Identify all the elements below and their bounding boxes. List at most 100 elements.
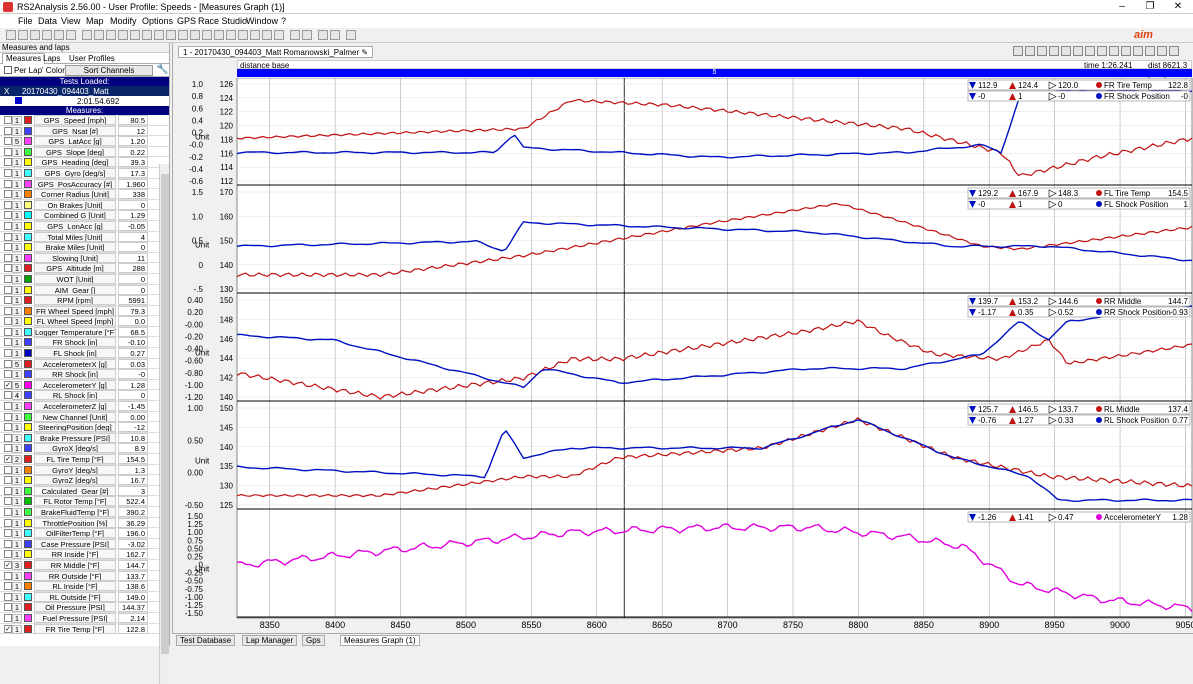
- measure-color-swatch[interactable]: [24, 116, 32, 124]
- scroll-thumb[interactable]: [161, 174, 169, 654]
- measure-color-swatch[interactable]: [24, 211, 32, 220]
- graph-tool-icon[interactable]: [1133, 46, 1143, 56]
- measure-graph-number[interactable]: 1: [12, 349, 22, 359]
- measure-row[interactable]: 1 GPS_Heading [deg] 39.3: [0, 157, 169, 168]
- measure-graph-number[interactable]: 5: [12, 359, 22, 369]
- measure-graph-number[interactable]: 1: [12, 624, 22, 634]
- measure-graph-number[interactable]: 1: [12, 592, 22, 602]
- close-button[interactable]: ✕: [1164, 0, 1192, 14]
- measure-color-swatch[interactable]: [24, 158, 32, 167]
- measure-checkbox[interactable]: [4, 264, 12, 273]
- restore-button[interactable]: ❐: [1136, 0, 1164, 14]
- measure-row[interactable]: 1 GPS_LonAcc [g] -0.05: [0, 220, 169, 232]
- menu-map[interactable]: Map: [86, 16, 104, 26]
- measure-graph-number[interactable]: 5: [12, 137, 22, 147]
- measure-checkbox[interactable]: [4, 423, 12, 432]
- toolbar-button-icon[interactable]: [30, 30, 40, 40]
- measure-row[interactable]: 1 GPS_Altitude [m] 288: [0, 263, 169, 274]
- measure-checkbox[interactable]: [4, 338, 12, 347]
- measure-color-swatch[interactable]: [24, 613, 32, 622]
- measure-row[interactable]: 1 Calculated_Gear [#] 3: [0, 485, 169, 497]
- measure-graph-number[interactable]: 1: [12, 613, 22, 623]
- measure-color-swatch[interactable]: [24, 243, 32, 252]
- measure-checkbox[interactable]: [4, 571, 12, 580]
- toolbar-button-icon[interactable]: [82, 30, 92, 40]
- measure-graph-number[interactable]: 1: [12, 126, 22, 136]
- measure-color-swatch[interactable]: [24, 232, 32, 241]
- measure-row[interactable]: 1 Logger Temperature [°F] 68.5: [0, 326, 169, 338]
- toolbar-button-icon[interactable]: [106, 30, 116, 40]
- graph-tool-icon[interactable]: [1049, 46, 1059, 56]
- measures-chart[interactable]: 8350 8400 8450 8500 8550 8600 8650 8700 8750 8800…: [173, 78, 1193, 633]
- measure-color-swatch[interactable]: [24, 221, 32, 230]
- test-remove-button[interactable]: X: [4, 87, 9, 96]
- measure-row[interactable]: 1 On Brakes [Unit] 0: [0, 199, 169, 211]
- measure-row[interactable]: 1 RR Inside [°F] 162.7: [0, 549, 169, 560]
- measure-graph-number[interactable]: 1: [12, 253, 22, 263]
- graph-tool-icon[interactable]: [1157, 46, 1167, 56]
- measure-checkbox[interactable]: ✓: [4, 624, 12, 633]
- measure-color-swatch[interactable]: [24, 550, 32, 559]
- measure-graph-number[interactable]: 1: [12, 370, 22, 380]
- menu-help[interactable]: ?: [281, 16, 286, 26]
- measure-row[interactable]: 1 New Channel [Unit] 0.00: [0, 411, 169, 423]
- toolbar-button-icon[interactable]: [18, 30, 28, 40]
- toolbar-button-icon[interactable]: [302, 30, 312, 40]
- measure-graph-number[interactable]: 2: [12, 455, 22, 464]
- tab-lap-manager[interactable]: Lap Manager: [242, 635, 298, 646]
- measure-graph-number[interactable]: 1: [12, 168, 22, 178]
- measure-row[interactable]: 1 AccelerometerZ [g] -1.45: [0, 401, 169, 412]
- measure-checkbox[interactable]: [4, 433, 12, 442]
- measure-checkbox[interactable]: ✓: [4, 455, 12, 463]
- measure-graph-number[interactable]: 1: [12, 327, 22, 337]
- toolbar-button-icon[interactable]: [42, 30, 52, 40]
- measure-checkbox[interactable]: [4, 243, 12, 252]
- measure-graph-number[interactable]: 1: [12, 465, 22, 475]
- measure-checkbox[interactable]: [4, 529, 12, 538]
- measure-checkbox[interactable]: [4, 221, 12, 230]
- measure-row[interactable]: 1 Fuel Pressure [PSI] 2.14: [0, 612, 169, 624]
- measure-graph-number[interactable]: 1: [12, 603, 22, 613]
- measure-color-swatch[interactable]: [24, 444, 32, 453]
- measure-checkbox[interactable]: [4, 200, 12, 209]
- measure-graph-number[interactable]: 1: [12, 476, 22, 486]
- lap-bar[interactable]: 5: [237, 69, 1192, 77]
- measure-row[interactable]: 1 Combined G [Unit] 1.29: [0, 210, 169, 221]
- measure-checkbox[interactable]: [4, 168, 12, 177]
- measure-graph-number[interactable]: 1: [12, 571, 22, 581]
- toolbar-button-icon[interactable]: [178, 30, 188, 40]
- graph-tool-icon[interactable]: [1013, 46, 1023, 56]
- measure-color-swatch[interactable]: [24, 168, 32, 177]
- measure-graph-number[interactable]: 1: [12, 306, 22, 316]
- measure-checkbox[interactable]: [4, 285, 12, 294]
- measure-graph-number[interactable]: 1: [12, 264, 22, 274]
- measure-graph-number[interactable]: 1: [12, 190, 22, 200]
- measure-checkbox[interactable]: [4, 349, 12, 358]
- measure-checkbox[interactable]: [4, 592, 12, 601]
- measure-row[interactable]: ✓ 3 RR Middle [°F] 144.7: [0, 559, 169, 571]
- measure-color-swatch[interactable]: [24, 327, 32, 336]
- measure-row[interactable]: 1 RL Outside [°F] 149.0: [0, 591, 169, 603]
- measure-row[interactable]: 1 AIM_Gear [] 0: [0, 284, 169, 296]
- measure-graph-number[interactable]: 1: [12, 423, 22, 433]
- menu-options[interactable]: Options: [142, 16, 173, 26]
- toolbar-button-icon[interactable]: [130, 30, 140, 40]
- tab-laps[interactable]: Laps: [40, 54, 63, 63]
- measure-checkbox[interactable]: [4, 476, 12, 485]
- measure-row[interactable]: 1 Case Pressure [PSI] -3.02: [0, 538, 169, 550]
- measure-color-swatch[interactable]: [24, 603, 32, 612]
- measure-row[interactable]: 1 RPM [rpm] 5991: [0, 295, 169, 306]
- measure-graph-number[interactable]: 1: [12, 412, 22, 422]
- measure-graph-number[interactable]: 1: [12, 274, 22, 284]
- measure-color-swatch[interactable]: [24, 306, 32, 315]
- measure-checkbox[interactable]: [4, 274, 12, 283]
- measure-graph-number[interactable]: 1: [12, 338, 22, 348]
- measure-row[interactable]: 1 Corner Radius [Unit] 338: [0, 189, 169, 200]
- graph-tool-icon[interactable]: [1145, 46, 1155, 56]
- measure-color-swatch[interactable]: [24, 190, 32, 199]
- measure-graph-number[interactable]: 1: [12, 539, 22, 549]
- toolbar-button-icon[interactable]: [94, 30, 104, 40]
- toolbar-button-icon[interactable]: [238, 30, 248, 40]
- measure-checkbox[interactable]: [4, 582, 12, 591]
- toolbar-button-icon[interactable]: [190, 30, 200, 40]
